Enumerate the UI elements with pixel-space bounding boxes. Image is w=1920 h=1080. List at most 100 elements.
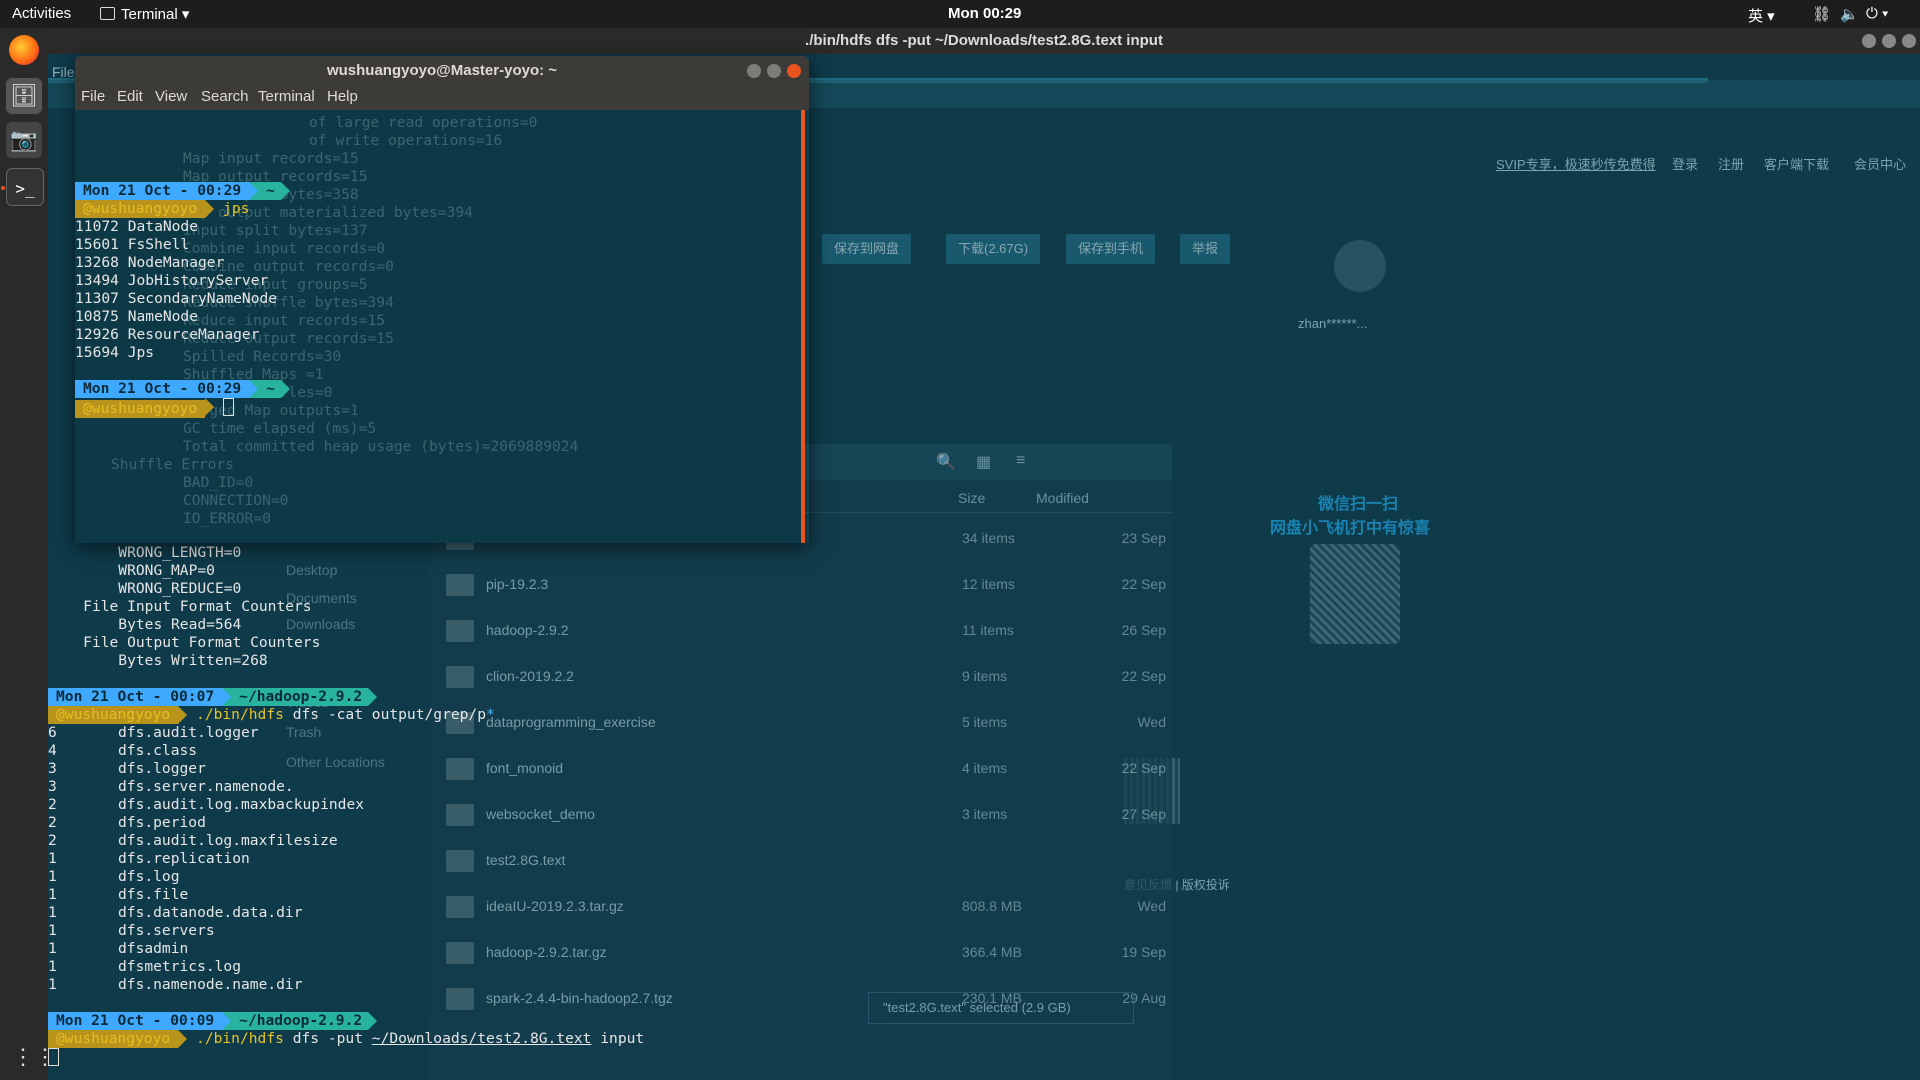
ghost-counter-line: GC time elapsed (ms)=5 bbox=[183, 420, 377, 437]
grep-count: 1 bbox=[48, 976, 57, 993]
jps-output-line: 13494 JobHistoryServer bbox=[75, 272, 269, 289]
menu-help[interactable]: Help bbox=[327, 88, 358, 105]
prompt-date: Mon 21 Oct - 00:07 bbox=[48, 688, 223, 706]
maximize-button[interactable] bbox=[1882, 34, 1896, 48]
folder-icon bbox=[446, 666, 474, 688]
prompt-dir: ~/hadoop-2.9.2 bbox=[231, 688, 369, 706]
camera-icon[interactable]: 📷 bbox=[6, 122, 42, 158]
grep-output-line: 3 dfs.logger bbox=[48, 760, 206, 778]
app-menu-terminal[interactable]: Terminal ▾ bbox=[100, 5, 189, 23]
prompt-user: @wushuangyoyo bbox=[48, 1030, 179, 1048]
ghost-fm-status: "test2.8G.text" selected (2.9 GB) bbox=[868, 992, 1134, 1024]
close-button[interactable] bbox=[1902, 34, 1916, 48]
jps-output-line: 13268 NodeManager bbox=[75, 254, 225, 271]
floating-terminal-titlebar[interactable]: wushuangyoyo@Master-yoyo: ~ bbox=[75, 56, 809, 86]
ghost-vip-link: SVIP专享，极速秒传免费得 bbox=[1496, 157, 1656, 172]
ghost-fm-mod: 22 Sep bbox=[1121, 760, 1166, 776]
jps-output-line: 11307 SecondaryNameNode bbox=[75, 290, 278, 307]
prompt-date: Mon 21 Oct - 00:29 bbox=[75, 182, 250, 200]
menu-view[interactable]: View bbox=[155, 88, 187, 105]
prompt-date: Mon 21 Oct - 00:09 bbox=[48, 1012, 223, 1030]
grep-key: dfs.audit.log.maxfilesize bbox=[118, 832, 338, 849]
menu-icon: ≡ bbox=[1016, 452, 1026, 469]
ghost-fm-name: pip-19.2.3 bbox=[486, 576, 549, 592]
counter-line: WRONG_MAP=0 bbox=[118, 562, 215, 579]
minimize-button[interactable] bbox=[747, 64, 761, 78]
grep-key: dfs.namenode.name.dir bbox=[118, 976, 303, 993]
maximize-button[interactable] bbox=[767, 64, 781, 78]
ghost-fm-row: hadoop-2.9.2.tar.gz 366.4 MB 19 Sep bbox=[430, 928, 1172, 974]
files-icon[interactable]: 🗄 bbox=[6, 78, 42, 114]
input-method-indicator[interactable]: 英 ▾ bbox=[1748, 5, 1775, 26]
ghost-counter-line: CONNECTION=0 bbox=[183, 492, 289, 509]
activities-button[interactable]: Activities bbox=[12, 5, 71, 22]
menu-search[interactable]: Search bbox=[201, 88, 249, 105]
grep-count: 2 bbox=[48, 814, 57, 831]
network-icon[interactable]: ⛓ bbox=[1812, 5, 1831, 23]
power-icon[interactable]: ⏻ ▾ bbox=[1866, 5, 1888, 22]
ghost-counter-line: IO_ERROR=0 bbox=[183, 510, 271, 527]
ghost-fm-size: 366.4 MB bbox=[962, 944, 1022, 960]
ghost-save-phone-button: 保存到手机 bbox=[1066, 234, 1156, 264]
main-terminal-titlebar: ./bin/hdfs dfs -put ~/Downloads/test2.8G… bbox=[48, 28, 1920, 54]
counter-line: File Output Format Counters bbox=[83, 634, 321, 651]
main-terminal-title: ./bin/hdfs dfs -put ~/Downloads/test2.8G… bbox=[805, 32, 1163, 49]
folder-icon bbox=[446, 574, 474, 596]
close-button[interactable] bbox=[787, 64, 801, 78]
folder-icon bbox=[446, 850, 474, 872]
chevron-down-icon: ▾ bbox=[181, 6, 190, 23]
grep-count: 2 bbox=[48, 796, 57, 813]
firefox-icon[interactable] bbox=[9, 35, 39, 65]
scrollbar[interactable] bbox=[801, 110, 805, 543]
ghost-side-desktop: Desktop bbox=[286, 562, 338, 578]
ghost-client-download: 客户端下载 bbox=[1764, 157, 1830, 172]
command-line: @wushuangyoyo ./bin/hdfs dfs -cat output… bbox=[48, 706, 495, 724]
ghost-fm-row: hadoop-2.9.2 11 items 26 Sep bbox=[430, 606, 1172, 652]
volume-icon[interactable]: 🔈 bbox=[1840, 5, 1859, 23]
ghost-fm-mod: Wed bbox=[1137, 898, 1166, 914]
col-size: Size bbox=[958, 490, 986, 506]
folder-icon bbox=[446, 942, 474, 964]
prompt-dir: ~ bbox=[258, 182, 281, 200]
jps-output-line: 10875 NameNode bbox=[75, 308, 199, 325]
minimize-button[interactable] bbox=[1862, 34, 1876, 48]
ghost-fm-name: hadoop-2.9.2.tar.gz bbox=[486, 944, 607, 960]
floating-terminal-title: wushuangyoyo@Master-yoyo: ~ bbox=[326, 62, 558, 79]
ghost-fm-mod: 19 Sep bbox=[1121, 944, 1166, 960]
ghost-fm-name: dataprogramming_exercise bbox=[486, 714, 656, 730]
grep-count: 3 bbox=[48, 778, 57, 795]
ghost-fm-size: 4 items bbox=[962, 760, 1008, 776]
grep-count: 1 bbox=[48, 886, 57, 903]
grep-count: 1 bbox=[48, 958, 57, 975]
jps-output-line: 11072 DataNode bbox=[75, 218, 199, 235]
jps-output-line: 15694 Jps bbox=[75, 344, 155, 361]
ghost-username: zhan******... bbox=[1298, 316, 1368, 331]
prompt-line: Mon 21 Oct - 00:07 ~/hadoop-2.9.2 bbox=[48, 688, 378, 706]
floating-terminal-window[interactable]: wushuangyoyo@Master-yoyo: ~ File Edit Vi… bbox=[75, 56, 809, 543]
ghost-fm-size: 12 items bbox=[962, 576, 1015, 592]
ghost-report-button: 举报 bbox=[1180, 234, 1231, 264]
clock[interactable]: Mon 00:29 bbox=[948, 5, 1021, 22]
grep-count: 3 bbox=[48, 760, 57, 777]
grep-key: dfs.server.namenode. bbox=[118, 778, 294, 795]
terminal-icon bbox=[100, 7, 115, 20]
menu-file[interactable]: File bbox=[81, 88, 105, 105]
grep-key: dfs.replication bbox=[118, 850, 250, 867]
ghost-fm-row: test2.8G.text bbox=[430, 836, 1172, 882]
grep-key: dfsadmin bbox=[118, 940, 189, 957]
grep-count: 4 bbox=[48, 742, 57, 759]
terminal-dock-icon[interactable]: >_ bbox=[6, 168, 44, 206]
cursor bbox=[48, 1048, 59, 1066]
ghost-fm-mod: 22 Sep bbox=[1121, 668, 1166, 684]
menu-edit[interactable]: Edit bbox=[117, 88, 143, 105]
ghost-fm-row: ideaIU-2019.2.3.tar.gz 808.8 MB Wed bbox=[430, 882, 1172, 928]
floating-terminal-body[interactable]: of large read operations=0 of write opera… bbox=[75, 110, 801, 543]
prompt-line: Mon 21 Oct - 00:09 ~/hadoop-2.9.2 bbox=[48, 1012, 378, 1030]
ghost-fm-name: hadoop-2.9.2 bbox=[486, 622, 569, 638]
ghost-counter-line: of large read operations=0 bbox=[309, 114, 538, 131]
ghost-counter-line: BAD_ID=0 bbox=[183, 474, 254, 491]
counter-line: Bytes Written=268 bbox=[118, 652, 268, 669]
menu-terminal[interactable]: Terminal bbox=[258, 88, 315, 105]
ghost-wechat-line2: 网盘小飞机打中有惊喜 bbox=[1270, 520, 1431, 537]
grep-key: dfsmetrics.log bbox=[118, 958, 242, 975]
